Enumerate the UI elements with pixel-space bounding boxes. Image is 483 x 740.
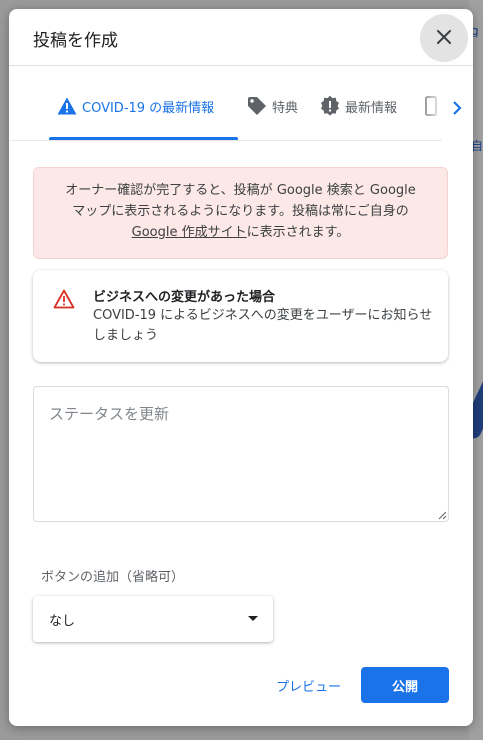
notice-line: オーナー確認が完了すると、投稿が Google 検索と Google bbox=[65, 183, 416, 198]
google-sites-link[interactable]: Google 作成サイト bbox=[132, 225, 247, 240]
notice-line: Google 作成サイトに表示されます。 bbox=[50, 222, 431, 243]
card-heading: ビジネスへの変更があった場合 bbox=[93, 290, 276, 305]
tabs-divider bbox=[9, 140, 442, 141]
tag-icon bbox=[248, 97, 266, 115]
dropdown-caret-icon bbox=[248, 616, 258, 621]
tabs-scroll-next-button[interactable] bbox=[445, 91, 469, 125]
verification-notice: オーナー確認が完了すると、投稿が Google 検索と Google マップに表… bbox=[33, 167, 448, 259]
badge-alert-icon bbox=[320, 96, 340, 116]
publish-button[interactable]: 公開 bbox=[361, 667, 449, 703]
preview-button[interactable]: プレビュー bbox=[276, 676, 341, 695]
add-button-label: ボタンの追加（省略可） bbox=[41, 570, 185, 585]
post-type-tabs: COVID-19 の最新情報 特典 最新情報 bbox=[9, 66, 473, 141]
close-icon bbox=[437, 29, 451, 48]
notice-text: に表示されます。 bbox=[246, 225, 350, 240]
tab-label: 最新情報 bbox=[345, 100, 398, 116]
status-placeholder: ステータスを更新 bbox=[49, 405, 170, 423]
notice-line: マップに表示されるようになります。投稿は常にご自身の bbox=[72, 204, 409, 219]
covid-info-card: ビジネスへの変更があった場合 COVID-19 によるビジネスへの変更をユーザー… bbox=[33, 270, 448, 362]
status-update-textarea[interactable]: ステータスを更新 bbox=[33, 386, 449, 522]
create-post-dialog: 投稿を作成 COVID-19 の最新情報 特典 最新情報 オーナー確認が完了する… bbox=[9, 9, 473, 726]
publish-label: 公開 bbox=[391, 679, 418, 695]
chevron-right-icon bbox=[453, 101, 462, 115]
card-body: COVID-19 によるビジネスへの変更をユーザーにお知らせしましょう bbox=[93, 308, 433, 343]
tab-whats-new[interactable]: 最新情報 bbox=[320, 91, 397, 121]
warning-icon bbox=[57, 97, 77, 115]
tab-label: 特典 bbox=[272, 100, 299, 116]
resize-handle-icon[interactable] bbox=[437, 510, 447, 520]
tabs-fade bbox=[414, 66, 444, 141]
dialog-title: 投稿を作成 bbox=[33, 31, 118, 51]
tab-label: COVID-19 の最新情報 bbox=[82, 100, 215, 116]
close-button[interactable] bbox=[420, 14, 468, 62]
selected-value: なし bbox=[49, 614, 76, 629]
tab-covid-19-update[interactable]: COVID-19 の最新情報 bbox=[57, 91, 214, 121]
button-type-select[interactable]: なし bbox=[33, 596, 273, 642]
tab-offer[interactable]: 特典 bbox=[247, 91, 298, 121]
warning-triangle-icon bbox=[53, 289, 75, 309]
